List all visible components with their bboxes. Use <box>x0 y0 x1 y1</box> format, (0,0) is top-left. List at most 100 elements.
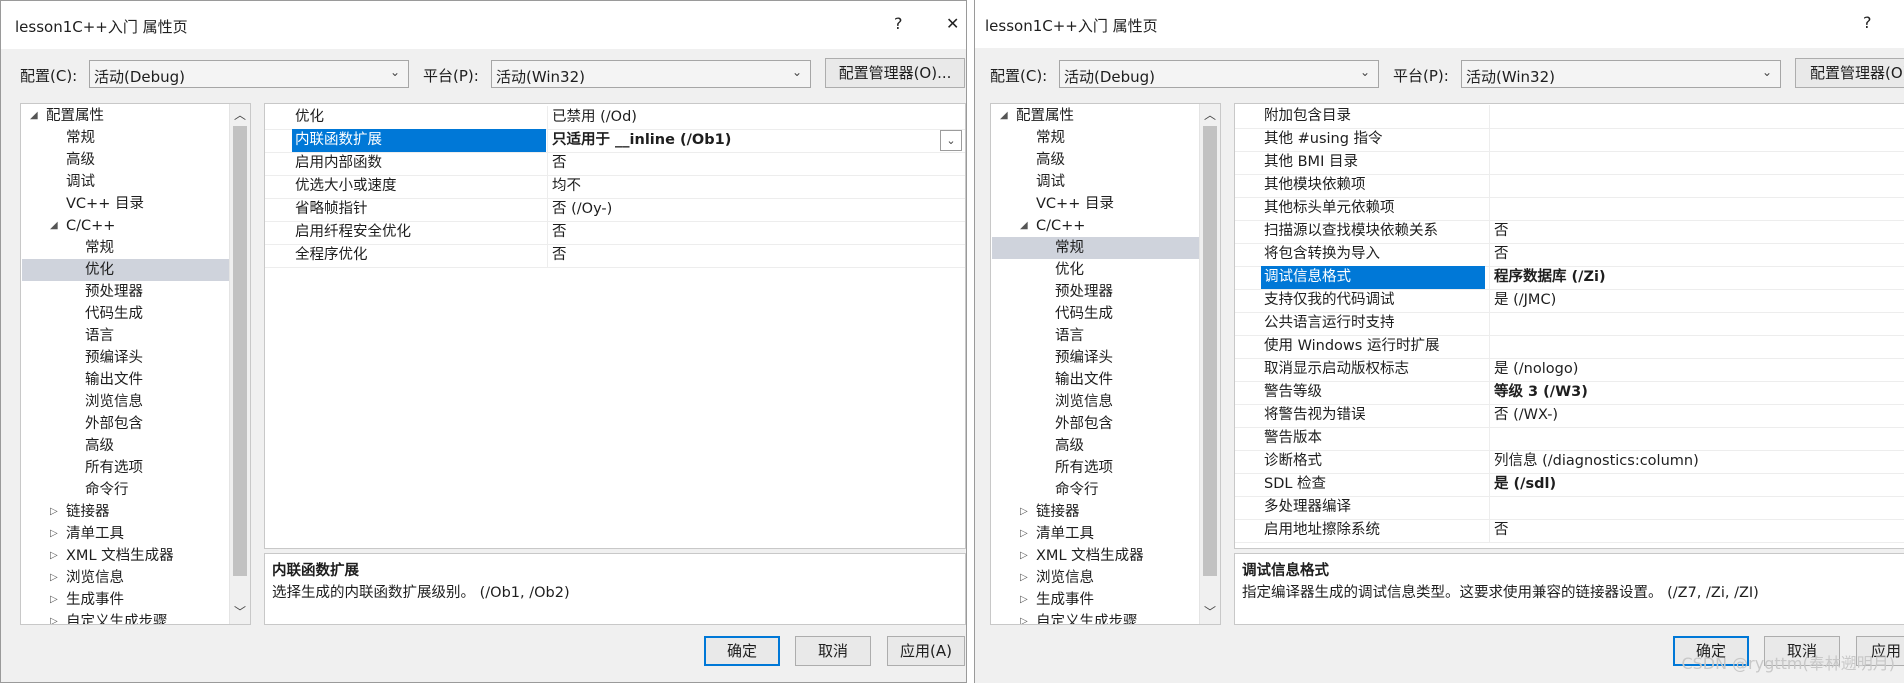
property-row[interactable]: 警告版本 <box>1235 427 1904 451</box>
tree-item-language[interactable]: 语言 <box>1055 325 1084 347</box>
config-manager-button[interactable]: 配置管理器(O)... <box>1795 58 1904 88</box>
property-row[interactable]: 多处理器编译 <box>1235 496 1904 520</box>
tree-item-browse-info[interactable]: 浏览信息 <box>85 391 143 413</box>
tree-item-output-files[interactable]: 输出文件 <box>85 369 143 391</box>
tree-item-command-line[interactable]: 命令行 <box>85 479 129 501</box>
tree-item-vc-directories[interactable]: VC++ 目录 <box>66 193 144 215</box>
tree-item-xml-doc-generator[interactable]: XML 文档生成器 <box>1036 545 1144 567</box>
tree-item-xml-doc-generator[interactable]: XML 文档生成器 <box>66 545 174 567</box>
collapsed-arrow-icon[interactable]: ▷ <box>50 572 58 583</box>
tree-item-precompiled-headers[interactable]: 预编译头 <box>1055 347 1113 369</box>
property-row[interactable]: 优化 已禁用 (/Od) <box>265 106 965 130</box>
tree-item-cpp-general[interactable]: 常规 <box>85 237 114 259</box>
collapsed-arrow-icon[interactable]: ▷ <box>1020 572 1028 583</box>
tree-item-general[interactable]: 常规 <box>1036 127 1065 149</box>
tree-item-custom-build-step[interactable]: 自定义生成步骤 <box>66 611 168 624</box>
tree-item-external-includes[interactable]: 外部包含 <box>1055 413 1113 435</box>
collapsed-arrow-icon[interactable]: ▷ <box>50 594 58 605</box>
help-button[interactable]: ? <box>1863 13 1872 32</box>
property-row[interactable]: 启用内部函数 否 <box>265 152 965 176</box>
cancel-button[interactable]: 取消 <box>795 636 871 666</box>
tree-item-build-events[interactable]: 生成事件 <box>66 589 124 611</box>
tree-item-all-options[interactable]: 所有选项 <box>1055 457 1113 479</box>
expanded-arrow-icon[interactable]: ◢ <box>30 110 38 121</box>
scroll-thumb[interactable] <box>233 126 247 576</box>
tree-scrollbar[interactable]: ︿ ﹀ <box>1199 104 1220 624</box>
property-row-selected[interactable]: 调试信息格式 程序数据库 (/Zi) <box>1235 266 1904 290</box>
tree-item-advanced[interactable]: 高级 <box>1036 149 1065 171</box>
expanded-arrow-icon[interactable]: ◢ <box>1000 110 1008 121</box>
tree-item-code-generation[interactable]: 代码生成 <box>85 303 143 325</box>
scroll-up-icon[interactable]: ︿ <box>234 106 246 123</box>
property-row[interactable]: 其他 #using 指令 <box>1235 128 1904 152</box>
property-row[interactable]: 警告等级 等级 3 (/W3) <box>1235 381 1904 405</box>
help-button[interactable]: ? <box>894 14 903 33</box>
collapsed-arrow-icon[interactable]: ▷ <box>50 506 58 517</box>
tree-item-linker[interactable]: 链接器 <box>66 501 110 523</box>
config-manager-button[interactable]: 配置管理器(O)... <box>825 58 965 88</box>
property-row[interactable]: 启用地址擦除系统 否 <box>1235 519 1904 543</box>
tree-item-debugging[interactable]: 调试 <box>66 171 95 193</box>
apply-button[interactable]: 应用(A) <box>887 636 965 666</box>
config-dropdown[interactable]: 活动(Debug) ⌄ <box>1059 60 1379 88</box>
tree-item-general[interactable]: 常规 <box>66 127 95 149</box>
tree-item-debugging[interactable]: 调试 <box>1036 171 1065 193</box>
property-row[interactable]: 其他模块依赖项 <box>1235 174 1904 198</box>
tree-item-advanced[interactable]: 高级 <box>66 149 95 171</box>
collapsed-arrow-icon[interactable]: ▷ <box>1020 616 1028 624</box>
property-row[interactable]: 省略帧指针 否 (/Oy-) <box>265 198 965 222</box>
tree-item-all-options[interactable]: 所有选项 <box>85 457 143 479</box>
property-row[interactable]: 扫描源以查找模块依赖关系 否 <box>1235 220 1904 244</box>
property-row[interactable]: 优选大小或速度 均不 <box>265 175 965 199</box>
collapsed-arrow-icon[interactable]: ▷ <box>1020 528 1028 539</box>
tree-item-vc-directories[interactable]: VC++ 目录 <box>1036 193 1114 215</box>
tree-item-linker[interactable]: 链接器 <box>1036 501 1080 523</box>
tree-item-cpp[interactable]: C/C++ <box>1036 215 1085 237</box>
scroll-down-icon[interactable]: ﹀ <box>234 603 246 620</box>
property-row-selected[interactable]: 内联函数扩展 只适用于 __inline (/Ob1) ⌄ <box>265 129 965 153</box>
tree-item-browse-information[interactable]: 浏览信息 <box>66 567 124 589</box>
property-row[interactable]: 附加包含目录 <box>1235 105 1904 129</box>
tree-item-output-files[interactable]: 输出文件 <box>1055 369 1113 391</box>
property-row[interactable]: 启用纤程安全优化 否 <box>265 221 965 245</box>
tree-item-cpp[interactable]: C/C++ <box>66 215 115 237</box>
tree-item-browse-info[interactable]: 浏览信息 <box>1055 391 1113 413</box>
collapsed-arrow-icon[interactable]: ▷ <box>1020 506 1028 517</box>
close-button[interactable]: ✕ <box>946 14 959 33</box>
tree-item-cpp-general[interactable]: 常规 <box>1055 237 1084 259</box>
tree-item-build-events[interactable]: 生成事件 <box>1036 589 1094 611</box>
tree-item-preprocessor[interactable]: 预处理器 <box>1055 281 1113 303</box>
tree-item-manifest-tool[interactable]: 清单工具 <box>1036 523 1094 545</box>
platform-dropdown[interactable]: 活动(Win32) ⌄ <box>491 60 811 88</box>
property-row[interactable]: 公共语言运行时支持 <box>1235 312 1904 336</box>
property-row[interactable]: 诊断格式 列信息 (/diagnostics:column) <box>1235 450 1904 474</box>
scroll-up-icon[interactable]: ︿ <box>1204 106 1216 123</box>
collapsed-arrow-icon[interactable]: ▷ <box>1020 594 1028 605</box>
tree-item-custom-build-step[interactable]: 自定义生成步骤 <box>1036 611 1138 624</box>
tree-item-preprocessor[interactable]: 预处理器 <box>85 281 143 303</box>
tree-item-code-generation[interactable]: 代码生成 <box>1055 303 1113 325</box>
collapsed-arrow-icon[interactable]: ▷ <box>1020 550 1028 561</box>
scroll-thumb[interactable] <box>1203 126 1217 576</box>
platform-dropdown[interactable]: 活动(Win32) ⌄ <box>1461 60 1781 88</box>
tree-item-cpp-advanced[interactable]: 高级 <box>85 435 114 457</box>
property-row[interactable]: 其他标头单元依赖项 <box>1235 197 1904 221</box>
tree-item-command-line[interactable]: 命令行 <box>1055 479 1099 501</box>
ok-button[interactable]: 确定 <box>704 636 780 666</box>
tree-item-browse-information[interactable]: 浏览信息 <box>1036 567 1094 589</box>
collapsed-arrow-icon[interactable]: ▷ <box>50 550 58 561</box>
property-row[interactable]: SDL 检查 是 (/sdl) <box>1235 473 1904 497</box>
tree-item-language[interactable]: 语言 <box>85 325 114 347</box>
property-row[interactable]: 其他 BMI 目录 <box>1235 151 1904 175</box>
property-row[interactable]: 将警告视为错误 否 (/WX-) <box>1235 404 1904 428</box>
chevron-down-icon[interactable]: ⌄ <box>940 130 962 151</box>
property-row[interactable]: 将包含转换为导入 否 <box>1235 243 1904 267</box>
tree-scrollbar[interactable]: ︿ ﹀ <box>229 104 250 624</box>
property-row[interactable]: 支持仅我的代码调试 是 (/JMC) <box>1235 289 1904 313</box>
tree-item-manifest-tool[interactable]: 清单工具 <box>66 523 124 545</box>
expanded-arrow-icon[interactable]: ◢ <box>1020 220 1028 231</box>
property-row[interactable]: 使用 Windows 运行时扩展 <box>1235 335 1904 359</box>
collapsed-arrow-icon[interactable]: ▷ <box>50 528 58 539</box>
tree-item-config-properties[interactable]: 配置属性 <box>1016 105 1074 127</box>
config-dropdown[interactable]: 活动(Debug) ⌄ <box>89 60 409 88</box>
